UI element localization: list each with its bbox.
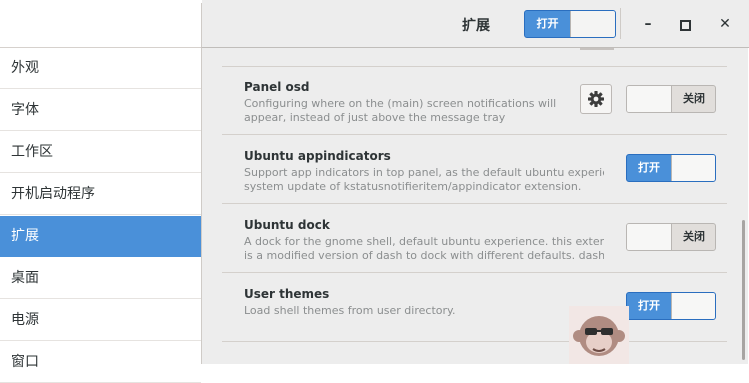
switch-label: 关闭	[683, 230, 705, 243]
monkey-avatar-icon	[573, 316, 625, 356]
sidebar-item-startup-applications[interactable]: 开机启动程序	[0, 174, 201, 215]
extension-toggle[interactable]: 打开	[626, 292, 716, 320]
extension-toggle[interactable]: 关闭	[626, 223, 716, 251]
header-separator	[620, 8, 621, 39]
scrollbar[interactable]	[742, 220, 745, 360]
sidebar-header	[0, 0, 201, 48]
page-title: 扩展	[462, 18, 490, 34]
extension-toggle[interactable]: 打开	[626, 154, 716, 182]
description-line: Configuring where on the (main) screen n…	[244, 97, 557, 110]
switch-label: 关闭	[683, 92, 705, 105]
extension-name: Ubuntu dock	[244, 218, 330, 232]
extension-description: Load shell themes from user directory.	[244, 304, 604, 318]
switch-knob	[671, 155, 715, 181]
sidebar-item-power[interactable]: 电源	[0, 300, 201, 341]
master-switch-label: 打开	[536, 17, 559, 30]
switch-knob	[627, 224, 672, 250]
description-line: is a modified version of dash to dock wi…	[244, 249, 604, 262]
extension-row: User themes Load shell themes from user …	[222, 274, 727, 342]
extension-row: Panel osd Configuring where on the (main…	[222, 67, 727, 135]
gear-icon	[588, 91, 604, 107]
description-line: A dock for the gnome shell, default ubun…	[244, 235, 604, 248]
maximize-button[interactable]	[674, 13, 696, 35]
description-line: Support app indicators in top panel, as …	[244, 166, 604, 179]
minimize-icon: –	[644, 16, 652, 32]
extension-toggle[interactable]: 关闭	[626, 85, 716, 113]
avatar	[569, 306, 629, 364]
description-line: system update of kstatusnotifieritem/app…	[244, 180, 582, 193]
extension-name: Panel osd	[244, 80, 310, 94]
extensions-list: Panel osd Configuring where on the (main…	[202, 48, 748, 364]
switch-knob	[570, 11, 615, 37]
minimize-button[interactable]: –	[637, 13, 659, 35]
extension-row: Ubuntu dock A dock for the gnome shell, …	[222, 205, 727, 273]
switch-knob	[627, 86, 672, 112]
switch-label: 打开	[638, 299, 660, 312]
sidebar-item-extensions[interactable]: 扩展	[0, 216, 201, 257]
switch-knob	[671, 293, 715, 319]
extension-name: User themes	[244, 287, 330, 301]
description-line: Load shell themes from user directory.	[244, 304, 456, 317]
extension-description: Support app indicators in top panel, as …	[244, 166, 604, 194]
extension-row: Ubuntu appindicators Support app indicat…	[222, 136, 727, 204]
sidebar-item-appearance[interactable]: 外观	[0, 48, 201, 89]
scroll-indicator	[580, 48, 614, 50]
sidebar-item-fonts[interactable]: 字体	[0, 90, 201, 131]
description-line: appear, instead of just above the messag…	[244, 111, 506, 124]
close-button[interactable]: ✕	[714, 13, 736, 35]
sidebar: 外观 字体 工作区 开机启动程序 扩展 桌面 电源 窗口	[0, 48, 202, 383]
sidebar-item-desktop[interactable]: 桌面	[0, 258, 201, 299]
sidebar-item-windows[interactable]: 窗口	[0, 342, 201, 383]
switch-label: 打开	[638, 161, 660, 174]
extension-description: Configuring where on the (main) screen n…	[244, 97, 604, 125]
extension-settings-button[interactable]	[580, 84, 612, 114]
close-icon: ✕	[719, 16, 731, 32]
extension-description: A dock for the gnome shell, default ubun…	[244, 235, 604, 263]
sidebar-item-workspaces[interactable]: 工作区	[0, 132, 201, 173]
maximize-icon	[679, 20, 691, 31]
extensions-master-switch[interactable]: 打开	[524, 10, 616, 38]
extension-name: Ubuntu appindicators	[244, 149, 391, 163]
